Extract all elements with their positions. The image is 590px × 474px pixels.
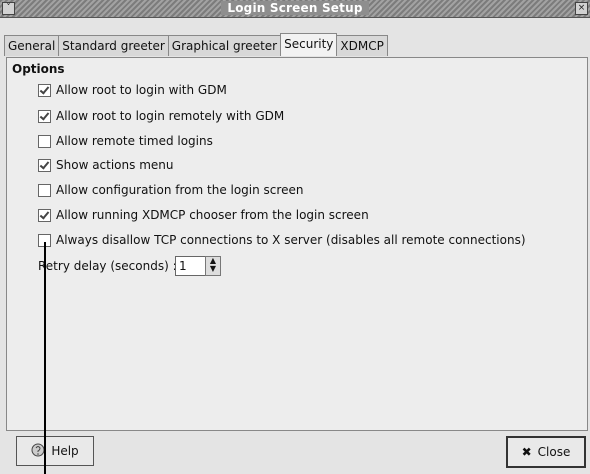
- option-allow-root-remote-login[interactable]: Allow root to login remotely with GDM: [38, 108, 284, 124]
- help-button[interactable]: Help: [16, 436, 94, 466]
- checkbox-show-actions-menu[interactable]: [38, 158, 51, 172]
- help-label: Help: [51, 444, 79, 458]
- tab-general[interactable]: General: [4, 35, 60, 56]
- callout-line: [44, 242, 46, 474]
- dialog-window: ˅ Login Screen Setup × General Standard …: [0, 0, 590, 474]
- option-allow-root-login[interactable]: Allow root to login with GDM: [38, 82, 227, 98]
- retry-delay-label: Retry delay (seconds) :: [38, 259, 177, 273]
- checkbox-xdmcp-chooser[interactable]: [38, 208, 51, 222]
- spinner-arrows-icon[interactable]: ▲ ▼: [205, 256, 221, 276]
- option-label: Allow root to login with GDM: [56, 83, 227, 97]
- option-xdmcp-chooser[interactable]: Allow running XDMCP chooser from the log…: [38, 207, 369, 223]
- option-label: Always disallow TCP connections to X ser…: [56, 233, 526, 247]
- options-heading: Options: [12, 62, 65, 76]
- tab-standard-greeter[interactable]: Standard greeter: [58, 35, 169, 56]
- title-bar: ˅ Login Screen Setup ×: [0, 0, 590, 18]
- tab-graphical-greeter[interactable]: Graphical greeter: [167, 35, 282, 56]
- checkbox-configuration-from-login[interactable]: [38, 183, 51, 197]
- option-label: Allow root to login remotely with GDM: [56, 109, 285, 123]
- option-show-actions-menu[interactable]: Show actions menu: [38, 157, 173, 173]
- option-label: Allow configuration from the login scree…: [56, 183, 304, 197]
- close-button[interactable]: ✖ Close: [506, 436, 586, 468]
- option-label: Allow remote timed logins: [56, 134, 213, 148]
- window-close-button[interactable]: ×: [575, 2, 588, 15]
- checkbox-allow-root-remote-login[interactable]: [38, 109, 51, 123]
- checkbox-allow-root-login[interactable]: [38, 83, 51, 97]
- close-label: Close: [537, 445, 571, 459]
- option-configuration-from-login[interactable]: Allow configuration from the login scree…: [38, 182, 303, 198]
- window-title: Login Screen Setup: [0, 1, 590, 15]
- retry-delay-input[interactable]: 1: [175, 256, 206, 276]
- retry-delay-row: Retry delay (seconds) :: [38, 259, 177, 273]
- checkbox-remote-timed-logins[interactable]: [38, 134, 51, 148]
- tab-xdmcp[interactable]: XDMCP: [336, 35, 388, 56]
- close-icon: ✖: [521, 445, 532, 459]
- option-remote-timed-logins[interactable]: Allow remote timed logins: [38, 133, 213, 149]
- tab-security[interactable]: Security: [280, 33, 338, 56]
- option-label: Show actions menu: [56, 158, 174, 172]
- tab-bar: General Standard greeter Graphical greet…: [4, 33, 388, 57]
- retry-delay-spinner[interactable]: 1 ▲ ▼: [175, 256, 221, 276]
- option-label: Allow running XDMCP chooser from the log…: [56, 208, 369, 222]
- option-disallow-tcp[interactable]: Always disallow TCP connections to X ser…: [38, 232, 526, 248]
